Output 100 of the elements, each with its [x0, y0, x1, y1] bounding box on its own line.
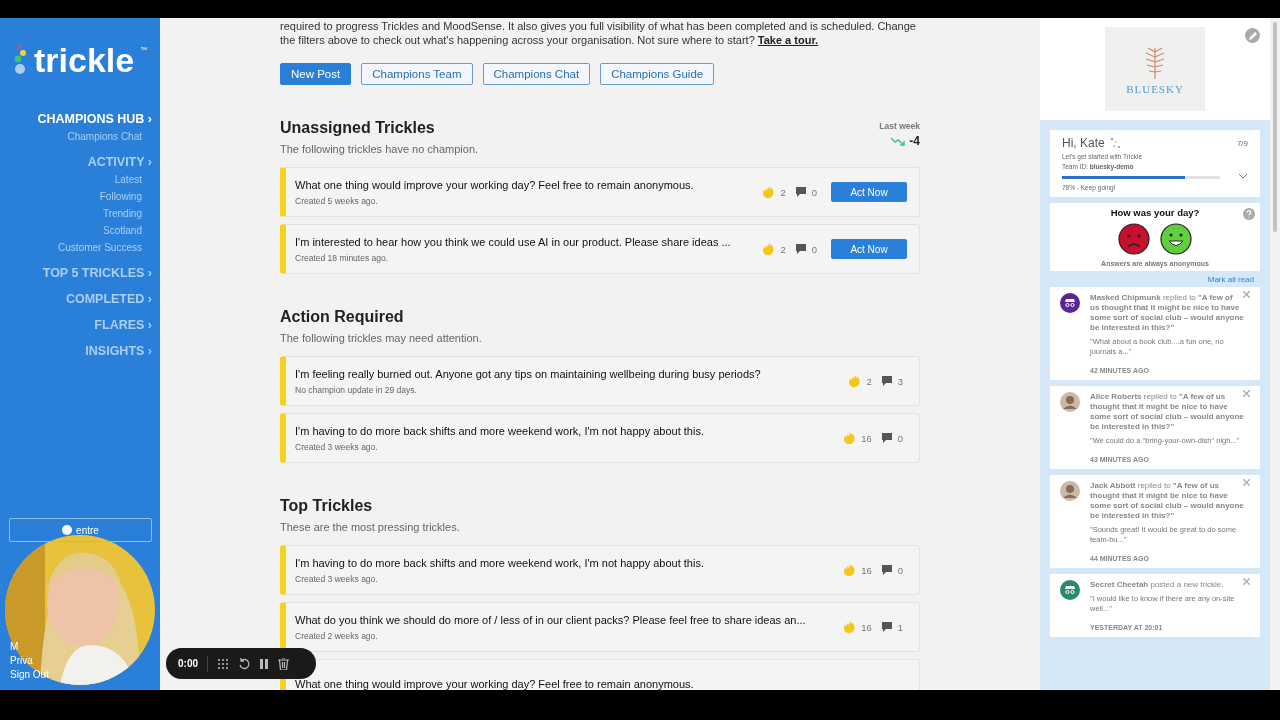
likes-count: 2	[780, 243, 786, 255]
trickle-title: I'm feeling really burned out. Anyone got any tips on maintaining wellbeing during busy periods?	[295, 367, 762, 380]
comments-count: 0	[811, 186, 817, 198]
masked-avatar-icon	[1060, 293, 1080, 313]
help-icon[interactable]	[1243, 208, 1255, 220]
confetti-icon	[1108, 137, 1121, 149]
masked-avatar-icon	[1060, 580, 1080, 600]
sidebar-heading[interactable]: ACTIVITY ›	[87, 153, 152, 171]
sidebar-heading[interactable]: TOP 5 TRICKLES ›	[42, 264, 152, 282]
happy-face-icon[interactable]	[1160, 223, 1192, 255]
sidebar-item[interactable]: Following	[99, 188, 152, 205]
notification-text: Jack Abbott replied to "A few of us thought that it might be nice to have some sort of social club – would anyone be interested in this?"	[1090, 481, 1244, 521]
sad-face-icon[interactable]	[1118, 223, 1150, 255]
comments-count: 0	[897, 564, 903, 576]
close-icon[interactable]	[1243, 479, 1250, 486]
trickle-title: I'm interested to hear how you think we could use AI in our product. Please share ideas ...	[295, 235, 732, 248]
act-now-button[interactable]: Act Now	[831, 182, 907, 202]
flame-icon	[848, 375, 861, 387]
trickle-card[interactable]: What one thing would improve your working day? Feel free to remain anonymous. Created 5 weeks ago. 2 0 Act Now	[280, 167, 920, 217]
notification-card[interactable]	[1050, 475, 1260, 568]
notification-text: Alice Roberts replied to "A few of us thought that it might be nice to have some sort of social club – would anyone be interested in this?"	[1090, 392, 1244, 432]
logo-dots-icon	[14, 44, 28, 76]
trash-icon[interactable]	[278, 657, 289, 670]
action-button[interactable]: Champions Guide	[600, 63, 715, 85]
trickle-card[interactable]: What one thing would improve your working day? Feel free to remain anonymous.	[280, 659, 920, 690]
trickle-meta: Created 2 weeks ago.	[295, 630, 379, 641]
section-subtitle: These are the most pressing trickles.	[280, 521, 460, 533]
scrollbar[interactable]	[1270, 18, 1280, 690]
person-avatar-icon	[1060, 481, 1080, 501]
flame-icon	[762, 243, 775, 255]
trickle-card[interactable]: I'm having to do more back shifts and more weekend work, I'm not happy about this. Created 3 weeks ago. 16 0	[280, 545, 920, 595]
comments-count: 0	[897, 432, 903, 444]
comment-icon	[881, 622, 892, 632]
edit-button[interactable]	[1245, 28, 1260, 43]
stat-label: Last week	[879, 121, 920, 131]
action-button[interactable]: New Post	[280, 63, 352, 85]
trickle-card[interactable]: I'm feeling really burned out. Anyone got any tips on maintaining wellbeing during busy periods? No champion update in 29 days. 2 3	[280, 356, 920, 406]
trickle-title: What one thing would improve your working day? Feel free to remain anonymous.	[295, 678, 695, 690]
trickle-card[interactable]: What do you think we should do more of / less of in our client packs? Please feel free to share ideas an... Created 2 weeks ago. 16 1	[280, 602, 920, 652]
sidebar-heading[interactable]: CHAMPIONS HUB ›	[37, 110, 152, 128]
section-title: Top Trickles	[280, 497, 374, 515]
notification-card[interactable]	[1050, 287, 1260, 380]
comment-icon	[881, 565, 892, 575]
sidebar-heading[interactable]: INSIGHTS ›	[85, 342, 152, 360]
sidebar-item[interactable]: Scotland	[103, 222, 152, 239]
trickle-title: I'm having to do more back shifts and more weekend work, I'm not happy about this.	[295, 556, 705, 569]
restart-icon[interactable]	[238, 657, 250, 670]
mood-question: How was your day?	[1110, 207, 1200, 218]
trickle-card[interactable]: I'm interested to hear how you think we could use AI in our product. Please share ideas ... Created 18 minutes ago. 2 0 Act Now	[280, 224, 920, 274]
pause-icon[interactable]	[259, 657, 269, 670]
likes-count: 2	[780, 186, 786, 198]
comment-icon	[881, 376, 892, 386]
sidebar-item[interactable]: Customer Success	[58, 239, 152, 256]
close-icon[interactable]	[1243, 578, 1250, 585]
recording-time: 0:00	[178, 658, 198, 669]
sidebar-item[interactable]: Champions Chat	[67, 128, 152, 145]
close-icon[interactable]	[1243, 390, 1250, 397]
flame-icon	[843, 621, 856, 633]
comment-icon	[881, 433, 892, 443]
brand-name: BLUESKY	[1126, 82, 1184, 95]
notification-text: Masked Chipmunk replied to "A few of us thought that it might be nice to have some sort of social club – would anyone be interested in this?"	[1090, 293, 1244, 333]
notification-text: Secret Cheetah posted a new trickle.	[1090, 580, 1225, 590]
help-button[interactable]: entre	[9, 518, 152, 542]
comments-count: 0	[811, 243, 817, 255]
sidebar-heading[interactable]: COMPLETED ›	[65, 290, 152, 308]
close-icon[interactable]	[1243, 291, 1250, 298]
progress-count: 7/9	[1236, 138, 1248, 148]
trickle-meta: Created 18 minutes ago.	[295, 252, 390, 263]
flame-icon	[843, 432, 856, 444]
grid-icon[interactable]	[217, 657, 229, 670]
trickle-meta: No champion update in 29 days.	[295, 384, 418, 395]
stat-value: -4	[909, 134, 920, 148]
logo-text: trickle	[34, 40, 135, 80]
trickle-title: What do you think we should do more of / less of in our client packs? Please feel free to share ideas an...	[295, 613, 807, 626]
person-avatar-icon	[1060, 392, 1080, 412]
likes-count: 2	[866, 375, 872, 387]
section-subtitle: The following trickles have no champion.	[280, 143, 479, 155]
section-subtitle: The following trickles may need attention.	[280, 332, 482, 344]
action-button[interactable]: Champions Team	[361, 63, 473, 85]
sidebar-heading[interactable]: FLARES ›	[94, 316, 152, 334]
mark-all-read-link[interactable]: Mark all read	[1207, 275, 1254, 284]
pencil-icon	[1247, 30, 1258, 41]
trickle-title: I'm having to do more back shifts and more weekend work, I'm not happy about this.	[295, 424, 705, 437]
likes-count: 16	[861, 432, 872, 444]
comment-icon	[795, 244, 806, 254]
section-title: Unassigned Trickles	[280, 119, 436, 137]
greeting: Hi, Kate	[1062, 136, 1105, 150]
intro-text: required to progress Trickles and MoodSense. It also gives you full visibility of what has been completed and is scheduled. Change the filters above to check out what's happening across your organisation. Not sure where to start? Take a tour.	[280, 19, 917, 47]
tour-link[interactable]: Take a tour.	[757, 34, 819, 46]
action-button[interactable]: Champions Chat	[482, 63, 591, 85]
trickle-card[interactable]: I'm having to do more back shifts and more weekend work, I'm not happy about this. Created 3 weeks ago. 16 0	[280, 413, 920, 463]
trickle-meta: Created 5 weeks ago.	[295, 195, 379, 206]
chevron-down-icon[interactable]	[1238, 172, 1248, 179]
sidebar-item[interactable]: Trending	[102, 205, 152, 222]
trickle-title: What one thing would improve your working day? Feel free to remain anonymous.	[295, 178, 695, 191]
likes-count: 16	[861, 621, 872, 633]
trickle-meta: Created 3 weeks ago.	[295, 573, 379, 584]
act-now-button[interactable]: Act Now	[831, 239, 907, 259]
flame-icon	[843, 564, 856, 576]
sidebar-item[interactable]: Latest	[114, 171, 152, 188]
